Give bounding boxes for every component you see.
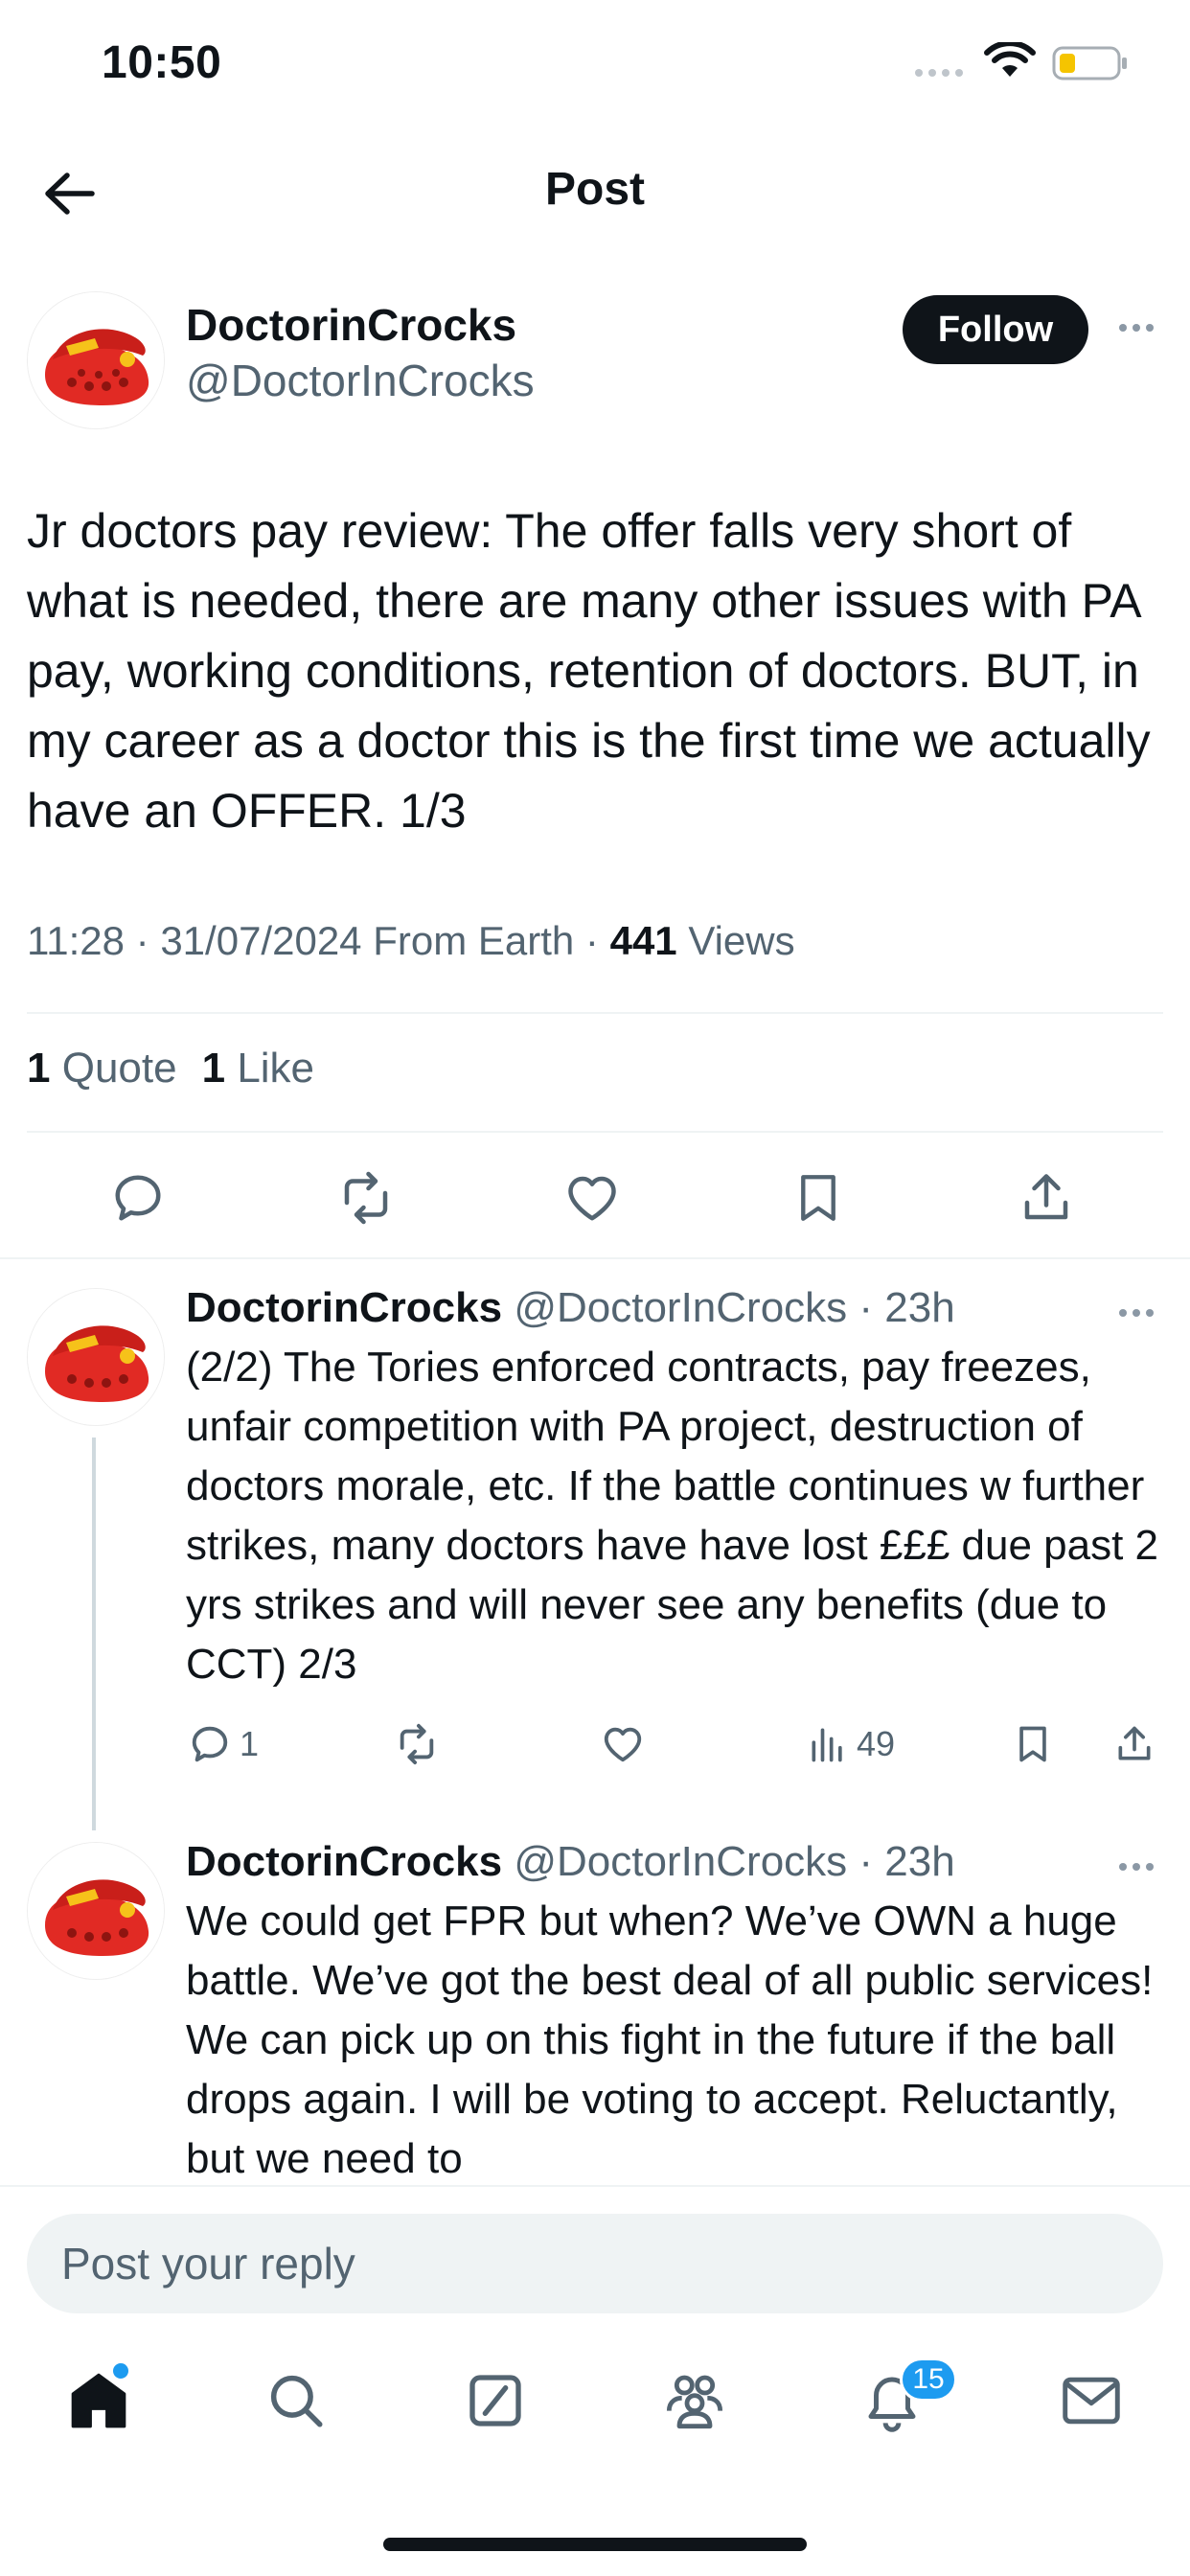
- post-stats: 1 Quote 1 Like: [27, 1045, 314, 1092]
- analytics-icon: [812, 1728, 842, 1762]
- bookmark-button[interactable]: [1012, 1715, 1054, 1773]
- reply-age: 23h: [884, 1284, 955, 1331]
- reply-author-handle[interactable]: @DoctorInCrocks: [514, 1284, 847, 1331]
- repost-button[interactable]: [393, 1715, 441, 1773]
- home-indicator: [383, 2538, 807, 2551]
- quotes-stat[interactable]: 1 Quote: [27, 1045, 177, 1092]
- repost-button[interactable]: [328, 1160, 404, 1236]
- share-icon: [1118, 1726, 1151, 1760]
- author-name[interactable]: DoctorinCrocks: [186, 299, 516, 351]
- divider: [27, 1131, 1163, 1133]
- likes-label: Like: [237, 1045, 315, 1092]
- status-bar: 10:50: [0, 0, 1190, 134]
- post-meta: 11:28 · 31/07/2024 From Earth · 441 View…: [27, 918, 795, 963]
- battery-icon: [1052, 46, 1127, 80]
- status-time: 10:50: [102, 37, 222, 88]
- like-button[interactable]: [554, 1160, 630, 1236]
- like-icon: [568, 1176, 616, 1221]
- reply-text: We could get FPR but when? We’ve OWN a h…: [186, 1898, 1154, 2182]
- share-icon: [1024, 1174, 1068, 1220]
- repost-icon: [344, 1171, 388, 1225]
- like-icon: [604, 1727, 642, 1762]
- reply-item[interactable]: DoctorinCrocks @DoctorInCrocks · 23h (2/…: [0, 1284, 1190, 1725]
- reply-actions: 1 49: [0, 1715, 1190, 1773]
- views-label: Views: [688, 918, 795, 963]
- views-count: 49: [857, 1724, 896, 1763]
- nav-messages[interactable]: [1048, 2358, 1134, 2444]
- follow-button[interactable]: Follow: [903, 295, 1088, 364]
- avatar[interactable]: [27, 291, 165, 429]
- nav-communities[interactable]: [652, 2358, 738, 2444]
- messages-icon: [1063, 2377, 1120, 2425]
- reply-button[interactable]: [100, 1160, 176, 1236]
- divider: [27, 1012, 1163, 1014]
- post-author: DoctorinCrocks @DoctorInCrocks Follow: [0, 284, 1190, 447]
- reply-age: 23h: [884, 1838, 955, 1885]
- crocs-shoe-avatar-image: [28, 292, 164, 428]
- grok-icon: [469, 2375, 521, 2426]
- likes-count: 1: [201, 1045, 226, 1092]
- nav-home[interactable]: [56, 2358, 142, 2444]
- nav-search[interactable]: [253, 2358, 339, 2444]
- post-text: Jr doctors pay review: The offer falls v…: [27, 504, 1151, 838]
- quotes-count: 1: [27, 1045, 51, 1092]
- reply-icon: [115, 1175, 161, 1221]
- views-button[interactable]: 49: [807, 1715, 895, 1773]
- more-options-icon[interactable]: [1108, 1294, 1165, 1332]
- signal-icon: [915, 69, 963, 77]
- post-actions: [0, 1160, 1190, 1236]
- post-source: From Earth: [373, 918, 575, 963]
- reply-author-handle[interactable]: @DoctorInCrocks: [514, 1838, 847, 1885]
- reply-placeholder: Post your reply: [61, 2239, 355, 2288]
- reply-button[interactable]: 1: [188, 1715, 259, 1773]
- more-options-icon[interactable]: [1108, 1848, 1165, 1886]
- bookmark-icon: [801, 1175, 835, 1221]
- divider: [0, 2185, 1190, 2187]
- reply-author-name[interactable]: DoctorinCrocks: [186, 1838, 502, 1885]
- page-title: Post: [544, 164, 645, 215]
- views-count: 441: [609, 918, 677, 963]
- reply-header: DoctorinCrocks @DoctorInCrocks · 23h: [186, 1838, 955, 1885]
- reply-item[interactable]: DoctorinCrocks @DoctorInCrocks · 23h We …: [0, 1838, 1190, 2183]
- more-options-icon[interactable]: [1108, 309, 1165, 347]
- search-icon: [270, 2375, 323, 2427]
- reply-input[interactable]: Post your reply: [27, 2214, 1163, 2313]
- share-button[interactable]: [1008, 1160, 1085, 1236]
- likes-stat[interactable]: 1 Like: [202, 1045, 314, 1092]
- post-date: 31/07/2024: [160, 918, 362, 963]
- nav-grok[interactable]: [452, 2358, 538, 2444]
- bookmark-icon: [1019, 1726, 1046, 1762]
- author-handle[interactable]: @DoctorInCrocks: [186, 355, 535, 406]
- repost-icon: [400, 1723, 434, 1765]
- new-posts-indicator: [113, 2363, 128, 2379]
- reply-header: DoctorinCrocks @DoctorInCrocks · 23h: [186, 1284, 955, 1331]
- top-bar: Post: [0, 134, 1190, 249]
- like-button[interactable]: [600, 1715, 646, 1773]
- post-time: 11:28: [27, 918, 125, 963]
- reply-count: 1: [240, 1724, 260, 1763]
- quotes-label: Quote: [61, 1045, 177, 1092]
- divider: [0, 1257, 1190, 1259]
- reply-text: (2/2) The Tories enforced contracts, pay…: [186, 1344, 1159, 1688]
- bottom-nav: [0, 2358, 1190, 2463]
- wifi-icon: [984, 42, 1036, 77]
- communities-icon: [666, 2375, 723, 2429]
- share-button[interactable]: [1113, 1715, 1156, 1773]
- reply-author-name[interactable]: DoctorinCrocks: [186, 1284, 502, 1331]
- notification-badge: 15: [900, 2358, 957, 2402]
- bookmark-button[interactable]: [780, 1160, 857, 1236]
- reply-icon: [192, 1726, 228, 1762]
